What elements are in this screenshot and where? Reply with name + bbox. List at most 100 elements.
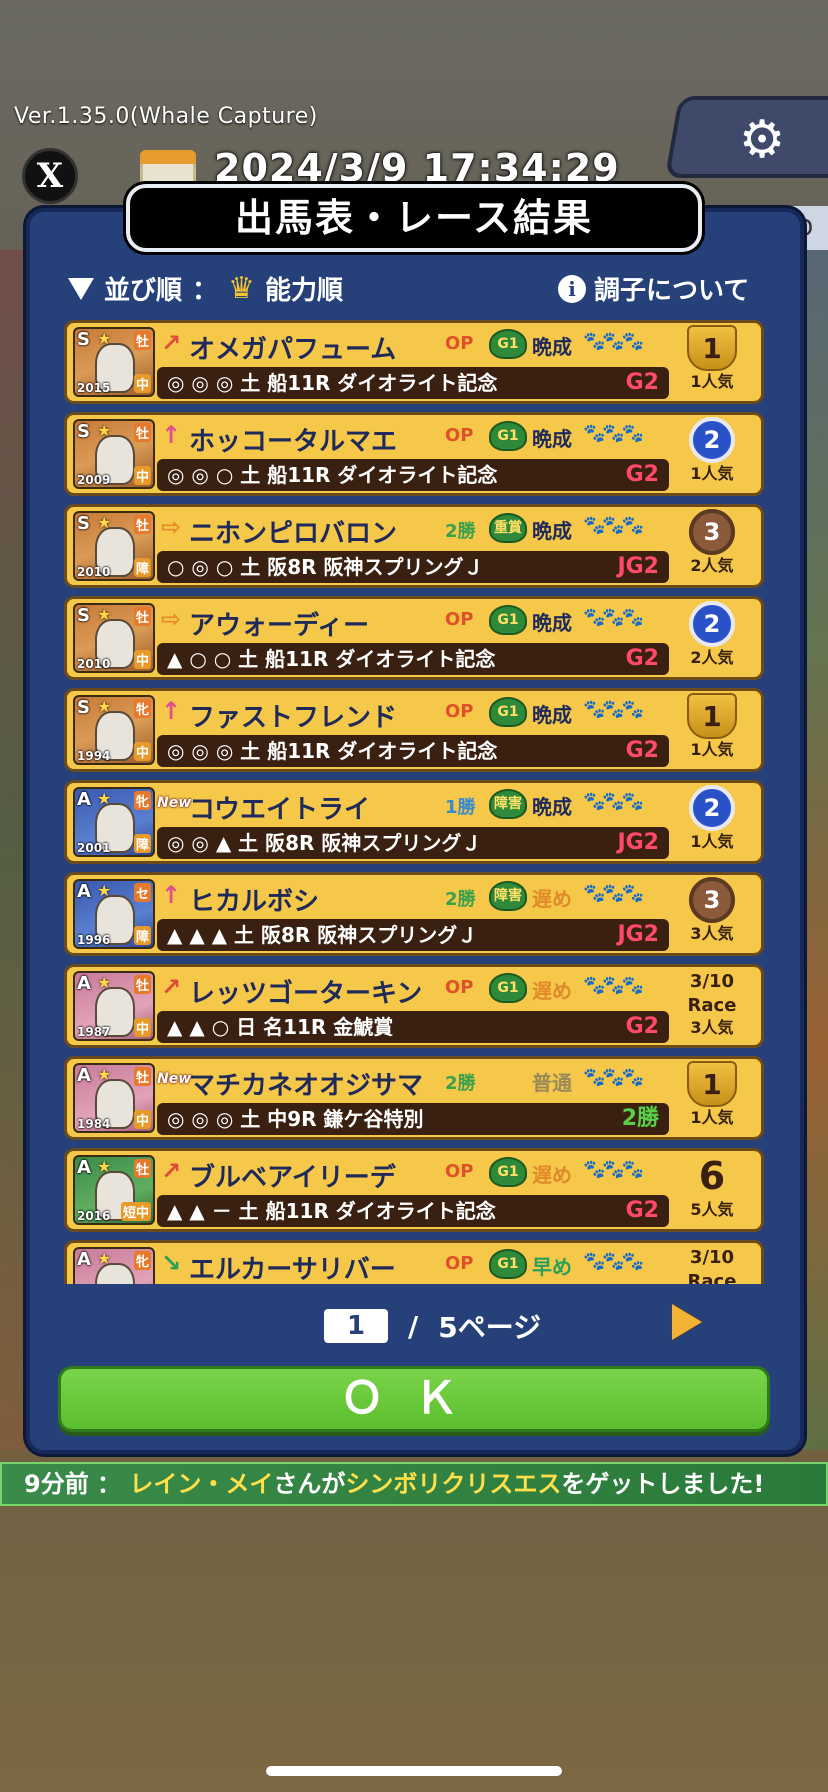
horse-name: マチカネオオジサマ — [189, 1071, 424, 1101]
race-info-bar: ▲ ○ ○ 土 船11R ダイオライト記念 G2 — [157, 643, 669, 675]
page-number-input[interactable]: 1 — [324, 1309, 388, 1343]
horse-row[interactable]: A ★ 牡 1984 中 New マチカネオオジサマ 2勝 普通 🐾🐾🐾 ◎ ◎ ◎ 土 中9R 鎌… — [64, 1056, 764, 1140]
trend-arrow-icon: ↑ — [161, 421, 182, 449]
sort-separator: ： — [192, 276, 219, 306]
trend-arrow-icon: ↑ — [161, 697, 182, 725]
sort-label: 並び順 — [104, 276, 183, 306]
race-info-text: ◎ ◎ ◎ 土 船11R ダイオライト記念 — [167, 739, 498, 763]
birth-year: 2016 — [77, 1209, 111, 1223]
rank-badge: A — [77, 1249, 91, 1270]
race-grade: G2 — [625, 1198, 659, 1223]
horse-portrait: A ★ 牝 — [73, 1247, 155, 1284]
sex-badge: 牡 — [133, 607, 151, 626]
ticker-prefix: 9分前 ： — [24, 1470, 130, 1498]
horse-row[interactable]: S ★ 牡 2010 障 ⇨ ニホンピロバロン 2勝 重賞 晩成 🐾🐾🐾 ○ ◎ ○ 土 阪8R 阪神… — [64, 504, 764, 588]
star-icon: ★ — [97, 329, 112, 348]
sort-control[interactable]: 並び順 ： ♛ 能力順 — [68, 270, 343, 307]
horse-name: ホッコータルマエ — [189, 427, 398, 457]
race-grade: G2 — [625, 1014, 659, 1039]
grade-badge-icon: G1 — [489, 697, 527, 727]
horse-row[interactable]: S ★ 牝 1994 中 ↑ ファストフレンド OP G1 晩成 🐾🐾🐾 ◎ ◎ ◎ 土 船11R ダ… — [64, 688, 764, 772]
horse-row[interactable]: A ★ 牡 2016 短中 ↗ ブルベアイリーデ OP G1 遅め 🐾🐾🐾 ▲ ▲ － 土 船11R … — [64, 1148, 764, 1232]
horse-class: 2勝 — [445, 521, 476, 542]
popularity: 3人気 — [690, 1018, 734, 1037]
horse-portrait: S ★ 牡 2010 中 — [73, 603, 155, 673]
race-result: 3 3人気 — [669, 877, 755, 955]
race-info-bar: ◎ ◎ ◎ 土 船11R ダイオライト記念 G2 — [157, 367, 669, 399]
distance-badge: 障 — [133, 834, 151, 853]
trend-arrow-icon: ↗ — [161, 329, 182, 357]
horse-name: ファストフレンド — [189, 703, 398, 733]
race-result: 2 1人気 — [669, 785, 755, 863]
distance-badge: 障 — [133, 926, 151, 945]
horse-list[interactable]: S ★ 牡 2015 中 ↗ オメガパフューム OP G1 晩成 🐾🐾🐾 ◎ ◎ ◎ 土 船11R ダ… — [64, 320, 764, 1284]
horse-class: OP — [445, 1161, 474, 1182]
condition-paw-icons: 🐾🐾🐾 — [583, 331, 644, 352]
sex-badge: 牡 — [133, 1159, 151, 1178]
rank-badge: A — [77, 789, 91, 810]
gear-icon[interactable]: ⚙ — [734, 112, 790, 168]
rank-badge: S — [77, 605, 90, 626]
next-page-arrow-icon[interactable] — [672, 1304, 702, 1340]
sex-badge: 牡 — [133, 423, 151, 442]
ticker-horse: シンボリクリスエス — [345, 1470, 562, 1498]
ok-button[interactable]: ＯＫ — [58, 1366, 770, 1432]
horse-row[interactable]: A ★ セ 1996 障 ↑ ヒカルボシ 2勝 障害 遅め 🐾🐾🐾 ▲ ▲ ▲ 土 阪8R 阪神スプリ… — [64, 872, 764, 956]
trend-arrow-icon: ↘ — [161, 1249, 182, 1277]
birth-year: 2010 — [77, 565, 111, 579]
condition-help-link[interactable]: i 調子について — [558, 270, 749, 307]
rank-badge: A — [77, 881, 91, 902]
race-date-label: Race — [687, 995, 737, 1016]
horse-class: OP — [445, 1253, 474, 1274]
grade-badge-icon: 障害 — [489, 881, 527, 911]
star-icon: ★ — [97, 421, 112, 440]
popularity: 3人気 — [690, 924, 734, 943]
distance-badge: 中 — [133, 374, 151, 393]
horse-portrait: A ★ セ 1996 障 — [73, 879, 155, 949]
growth-type: 晩成 — [532, 519, 572, 543]
growth-type: 晩成 — [532, 427, 572, 451]
race-grade: JG2 — [617, 830, 659, 855]
growth-type: 晩成 — [532, 335, 572, 359]
race-date: 3/10 — [689, 1247, 735, 1268]
horse-class: OP — [445, 425, 474, 446]
star-icon: ★ — [97, 1157, 112, 1176]
birth-year: 1996 — [77, 933, 111, 947]
horse-class: 2勝 — [445, 889, 476, 910]
horse-name: オメガパフューム — [189, 335, 397, 365]
growth-type: 遅め — [532, 887, 572, 911]
grade-badge-icon: G1 — [489, 973, 527, 1003]
sort-value: 能力順 — [264, 276, 343, 306]
horse-row[interactable]: S ★ 牡 2010 中 ⇨ アウォーディー OP G1 晩成 🐾🐾🐾 ▲ ○ ○ 土 船11R ダイ… — [64, 596, 764, 680]
race-result: 1 1人気 — [669, 325, 755, 403]
condition-help-label: 調子について — [594, 276, 750, 306]
race-info-text: ▲ ▲ ▲ 土 阪8R 阪神スプリングＪ — [167, 923, 478, 947]
horse-row[interactable]: A ★ 牝 2001 障 New コウエイトライ 1勝 障害 晩成 🐾🐾🐾 ◎ ◎ ▲ 土 阪8R 阪… — [64, 780, 764, 864]
race-info-text: ▲ ▲ － 土 船11R ダイオライト記念 — [167, 1199, 496, 1223]
horse-row[interactable]: A ★ 牝 ↘ エルカーサリバー OP G1 早め 🐾🐾🐾 3/10 Race — [64, 1240, 764, 1284]
distance-badge: 中 — [133, 1110, 151, 1129]
horse-row[interactable]: S ★ 牡 2009 中 ↑ ホッコータルマエ OP G1 晩成 🐾🐾🐾 ◎ ◎ ○ 土 船11R ダ… — [64, 412, 764, 496]
star-icon: ★ — [97, 513, 112, 532]
rank-badge: A — [77, 1157, 91, 1178]
horse-class: 2勝 — [445, 1073, 476, 1094]
horse-row[interactable]: S ★ 牡 2015 中 ↗ オメガパフューム OP G1 晩成 🐾🐾🐾 ◎ ◎ ◎ 土 船11R ダ… — [64, 320, 764, 404]
page-total: 5ページ — [438, 1311, 542, 1344]
race-info-bar: ◎ ◎ ◎ 土 中9R 鎌ケ谷特別 2勝 — [157, 1103, 669, 1135]
condition-paw-icons: 🐾🐾🐾 — [583, 883, 644, 904]
star-icon: ★ — [97, 697, 112, 716]
x-share-button[interactable]: X — [22, 148, 78, 204]
sex-badge: 牡 — [133, 515, 151, 534]
sex-badge: 牝 — [133, 699, 151, 718]
info-icon: i — [558, 274, 586, 303]
horse-row[interactable]: A ★ 牡 1987 中 ↗ レッツゴーターキン OP G1 遅め 🐾🐾🐾 ▲ ▲ ○ 日 名11R … — [64, 964, 764, 1048]
medal-icon: 3 — [689, 509, 735, 555]
race-result: 1 1人気 — [669, 693, 755, 771]
race-info-text: ○ ◎ ○ 土 阪8R 阪神スプリングＪ — [167, 555, 484, 579]
race-grade: G2 — [625, 738, 659, 763]
birth-year: 2001 — [77, 841, 111, 855]
growth-type: 遅め — [532, 979, 572, 1003]
trend-arrow-icon: ⇨ — [161, 513, 182, 541]
popularity: 1人気 — [690, 464, 734, 483]
home-indicator[interactable] — [266, 1766, 562, 1776]
